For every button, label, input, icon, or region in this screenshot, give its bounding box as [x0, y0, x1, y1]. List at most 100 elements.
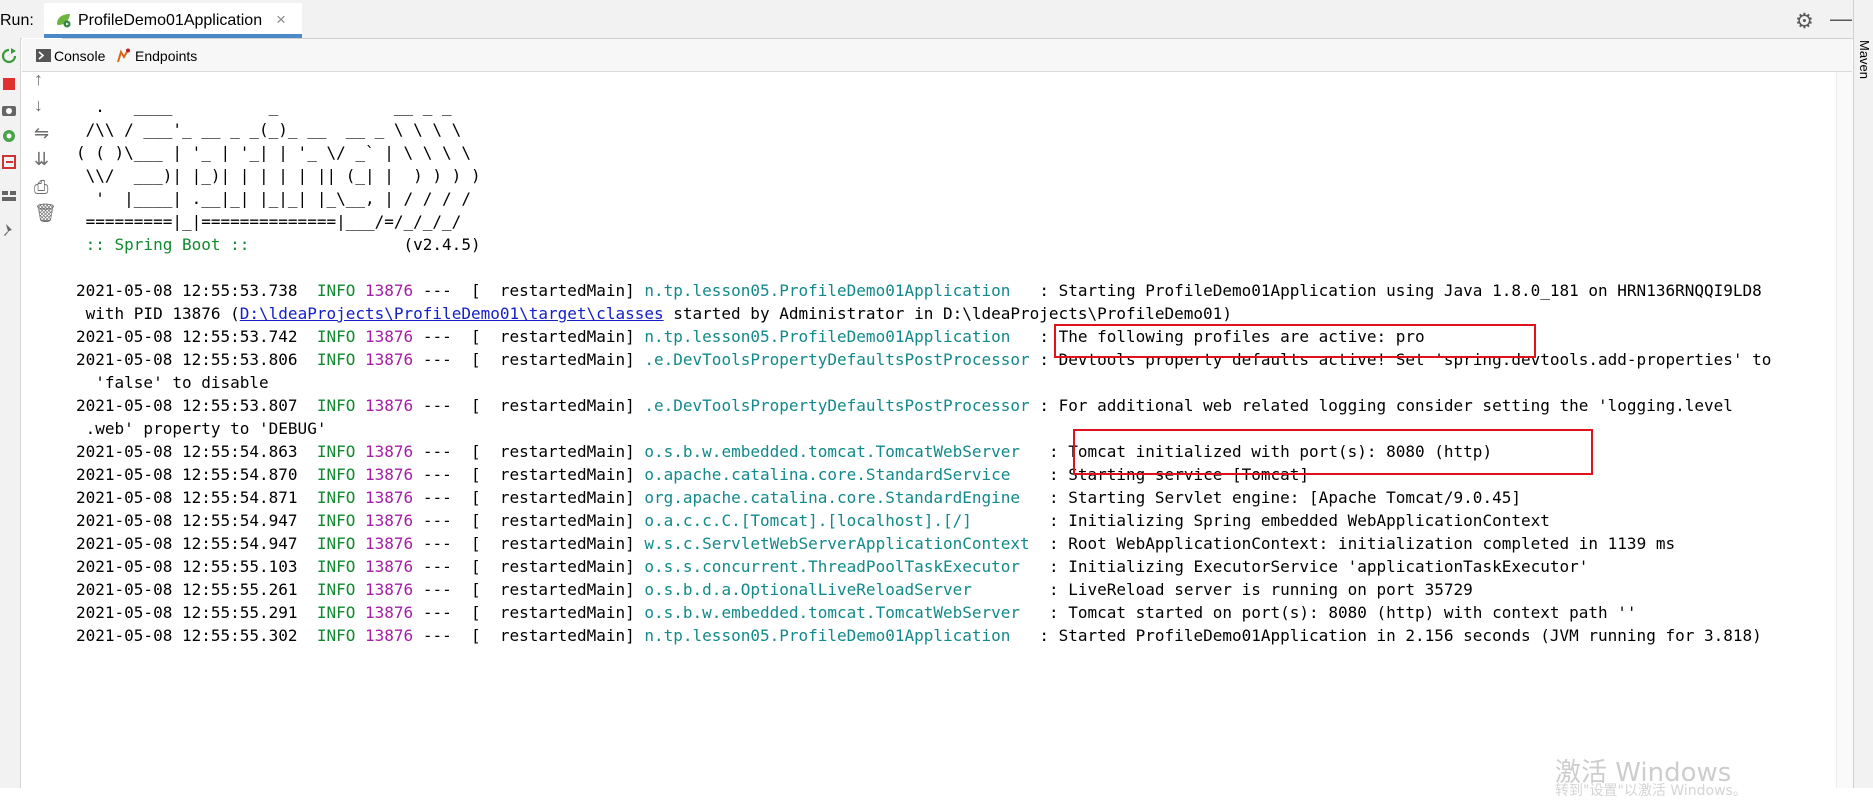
log-thread: --- [ restartedMain] [422, 327, 635, 346]
log-line: 2021-05-08 12:55:53.738 INFO 13876 --- [… [76, 280, 1762, 302]
profile-highlight-box [1054, 324, 1536, 358]
log-timestamp: 2021-05-08 12:55:55.302 [76, 626, 298, 645]
pin-icon[interactable] [1, 222, 17, 238]
print-icon[interactable]: ⎙ [34, 178, 52, 196]
log-thread: --- [ restartedMain] [422, 534, 635, 553]
console-scrollbar[interactable] [1836, 72, 1853, 788]
log-timestamp: 2021-05-08 12:55:54.947 [76, 534, 298, 553]
log-message: : LiveReload server is running on port 3… [1039, 580, 1473, 599]
camera-icon[interactable] [1, 102, 17, 118]
log-continuation: 'false' to disable [76, 373, 269, 392]
log-pid: 13876 [365, 281, 414, 300]
log-level: INFO [316, 327, 356, 346]
console-output[interactable]: . ____ _ __ _ _ /\\ / ___'_ __ _ _(_)_ _… [62, 72, 1852, 799]
log-class: org.apache.catalina.core.StandardEngine [644, 488, 1040, 507]
close-icon[interactable]: × [276, 10, 286, 30]
log-timestamp: 2021-05-08 12:55:54.870 [76, 465, 298, 484]
stop-icon[interactable] [1, 76, 17, 92]
log-line: 2021-05-08 12:55:55.261 INFO 13876 --- [… [76, 579, 1473, 601]
log-thread: --- [ restartedMain] [422, 511, 635, 530]
log-class: o.s.s.concurrent.ThreadPoolTaskExecutor [644, 557, 1040, 576]
log-pid: 13876 [365, 488, 414, 507]
log-level: INFO [316, 442, 356, 461]
log-timestamp: 2021-05-08 12:55:53.806 [76, 350, 298, 369]
log-class: o.s.b.w.embedded.tomcat.TomcatWebServer [644, 603, 1040, 622]
log-message: : Initializing ExecutorService 'applicat… [1039, 557, 1589, 576]
log-line: 2021-05-08 12:55:54.947 INFO 13876 --- [… [76, 533, 1675, 555]
log-line: 2021-05-08 12:55:54.871 INFO 13876 --- [… [76, 487, 1521, 509]
log-message: : For additional web related logging con… [1029, 396, 1733, 415]
log-thread: --- [ restartedMain] [422, 557, 635, 576]
run-toolwindow-header: Run: ProfileDemo01Application × ⚙ — [0, 0, 1873, 39]
log-timestamp: 2021-05-08 12:55:54.871 [76, 488, 298, 507]
log-thread: --- [ restartedMain] [422, 580, 635, 599]
log-pid: 13876 [365, 557, 414, 576]
tab-endpoints[interactable]: Endpoints [135, 48, 197, 64]
log-class: n.tp.lesson05.ProfileDemo01Application [644, 281, 1030, 300]
log-thread: --- [ restartedMain] [422, 603, 635, 622]
scroll-to-end-icon[interactable]: ⇊ [34, 150, 52, 168]
log-pid: 13876 [365, 442, 414, 461]
log-pid: 13876 [365, 350, 414, 369]
log-pid: 13876 [365, 465, 414, 484]
run-actions-strip [0, 38, 21, 788]
update-running-app-icon[interactable] [1, 128, 17, 144]
log-level: INFO [316, 350, 356, 369]
log-timestamp: 2021-05-08 12:55:55.103 [76, 557, 298, 576]
log-timestamp: 2021-05-08 12:55:54.863 [76, 442, 298, 461]
log-message: : Starting Servlet engine: [Apache Tomca… [1039, 488, 1521, 507]
port-highlight-box [1073, 429, 1593, 475]
log-level: INFO [316, 281, 356, 300]
log-level: INFO [316, 534, 356, 553]
console-icon [36, 49, 51, 62]
gear-icon[interactable]: ⚙ [1795, 9, 1814, 34]
console-tools: ↑ ↓ ⇋ ⇊ ⎙ 🗑 [22, 38, 62, 788]
log-message: : Initializing Spring embedded WebApplic… [1039, 511, 1550, 530]
tab-console[interactable]: Console [54, 48, 105, 64]
log-timestamp: 2021-05-08 12:55:53.807 [76, 396, 298, 415]
log-level: INFO [316, 396, 356, 415]
banner-line: \\/ ___)| |_)| | | | | || (_| | ) ) ) ) [76, 166, 481, 185]
banner-line: ( ( )\___ | '_ | '_| | '_ \/ _` | \ \ \ … [76, 143, 471, 162]
log-timestamp: 2021-05-08 12:55:53.738 [76, 281, 298, 300]
log-thread: --- [ restartedMain] [422, 396, 635, 415]
minimize-icon[interactable]: — [1830, 6, 1852, 32]
log-line: 2021-05-08 12:55:54.947 INFO 13876 --- [… [76, 510, 1550, 532]
log-class: o.s.b.d.a.OptionalLiveReloadServer [644, 580, 1040, 599]
pid-suffix: started by Administrator in D:\ldeaProje… [663, 304, 1232, 323]
run-label: Run: [0, 12, 34, 29]
soft-wrap-icon[interactable]: ⇋ [34, 124, 52, 142]
log-pid: 13876 [365, 396, 414, 415]
log-class: o.a.c.c.C.[Tomcat].[localhost].[/] [644, 511, 1040, 530]
log-pid: 13876 [365, 626, 414, 645]
log-message: : Starting ProfileDemo01Application usin… [1029, 281, 1762, 300]
spring-boot-label: :: Spring Boot :: [76, 235, 250, 254]
classes-path-link[interactable]: D:\ldeaProjects\ProfileDemo01\target\cla… [240, 304, 664, 323]
banner-line: ' |____| .__|_| |_|_| |_\__, | / / / / [76, 189, 471, 208]
log-class: .e.DevToolsPropertyDefaultsPostProcessor [644, 350, 1030, 369]
spring-boot-line: :: Spring Boot :: (v2.4.5) [76, 234, 481, 256]
log-timestamp: 2021-05-08 12:55:54.947 [76, 511, 298, 530]
log-message: : Root WebApplicationContext: initializa… [1039, 534, 1676, 553]
maven-panel-button[interactable]: Maven [1857, 40, 1872, 79]
up-arrow-icon[interactable]: ↑ [34, 70, 52, 88]
log-level: INFO [316, 465, 356, 484]
endpoints-icon [117, 48, 130, 63]
exit-icon[interactable] [1, 154, 17, 170]
down-arrow-icon[interactable]: ↓ [34, 96, 52, 114]
log-line: 2021-05-08 12:55:55.103 INFO 13876 --- [… [76, 556, 1588, 578]
log-class: o.apache.catalina.core.StandardService [644, 465, 1040, 484]
banner-line: =========|_|==============|___/=/_/_/_/ [76, 212, 462, 231]
banner-line: /\\ / ___'_ __ _ _(_)_ __ __ _ \ \ \ \ [76, 120, 462, 139]
trash-icon[interactable]: 🗑 [34, 204, 57, 222]
layout-icon[interactable] [1, 188, 17, 204]
log-class: n.tp.lesson05.ProfileDemo01Application [644, 626, 1030, 645]
log-pid: 13876 [365, 511, 414, 530]
log-level: INFO [316, 603, 356, 622]
log-continuation: with PID 13876 (D:\ldeaProjects\ProfileD… [76, 303, 1232, 325]
log-level: INFO [316, 580, 356, 599]
log-pid: 13876 [365, 327, 414, 346]
rerun-icon[interactable] [1, 48, 17, 64]
log-thread: --- [ restartedMain] [422, 281, 635, 300]
pid-prefix: with PID 13876 ( [76, 304, 240, 323]
